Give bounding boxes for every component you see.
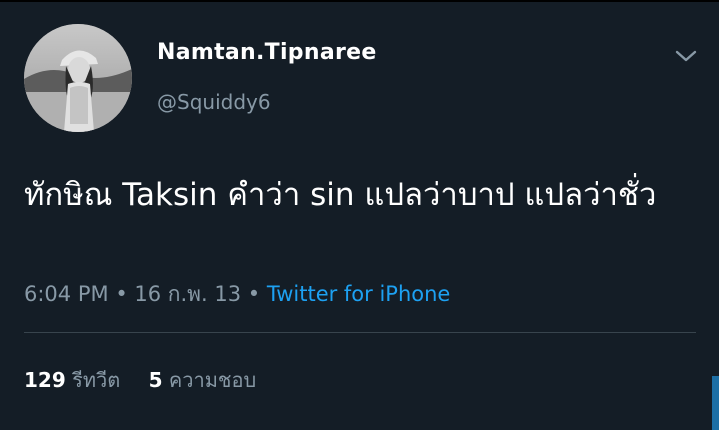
divider bbox=[24, 332, 696, 333]
display-name[interactable]: Namtan.Tipnaree bbox=[157, 40, 377, 65]
meta-separator: • bbox=[247, 282, 261, 306]
tweet-source-link[interactable]: Twitter for iPhone bbox=[267, 282, 451, 306]
likes-label: ความชอบ bbox=[168, 368, 257, 392]
retweets-count: 129 bbox=[24, 368, 66, 392]
likes-count: 5 bbox=[148, 368, 163, 392]
likes-stat[interactable]: 5 ความชอบ bbox=[149, 364, 257, 396]
tweet-stats: 129 รีทวีต 5 ความชอบ bbox=[24, 364, 256, 396]
retweets-stat[interactable]: 129 รีทวีต bbox=[24, 364, 120, 396]
scrollbar-thumb[interactable] bbox=[712, 376, 719, 430]
tweet-date[interactable]: 16 ก.พ. 13 bbox=[134, 282, 241, 306]
tweet-meta: 6:04 PM • 16 ก.พ. 13 • Twitter for iPhon… bbox=[24, 278, 450, 311]
retweets-label: รีทวีต bbox=[72, 368, 121, 392]
avatar-photo bbox=[24, 24, 132, 132]
chevron-down-icon[interactable] bbox=[674, 46, 698, 66]
user-handle[interactable]: @Squiddy6 bbox=[157, 90, 271, 114]
avatar[interactable] bbox=[24, 24, 132, 132]
top-border bbox=[0, 0, 719, 2]
meta-separator: • bbox=[115, 282, 128, 306]
tweet-text: ทักษิณ Taksin คำว่า sin แปลว่าบาป แปลว่า… bbox=[24, 177, 657, 213]
tweet-time[interactable]: 6:04 PM bbox=[24, 282, 109, 306]
